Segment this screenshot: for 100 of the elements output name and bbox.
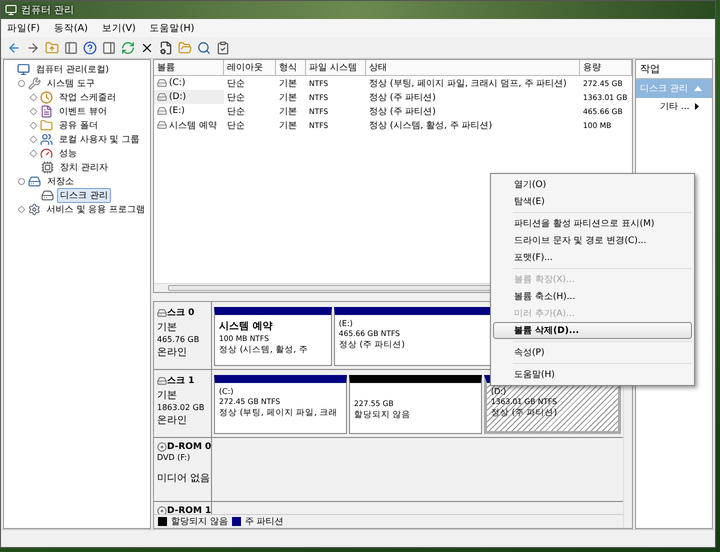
disk-name: 스크 1: [157, 374, 194, 387]
menu-item[interactable]: 파티션을 활성 파티션으로 표시(M): [493, 215, 692, 232]
menu-item[interactable]: 동작(A): [54, 22, 88, 34]
expand-toggle[interactable]: [30, 107, 38, 115]
refresh-icon[interactable]: [121, 40, 135, 54]
collapse-toggle[interactable]: [18, 178, 25, 184]
tree-item[interactable]: 성능: [56, 146, 80, 160]
search-icon[interactable]: [197, 40, 211, 54]
partition-status: 정상 (부팅, 페이지 파일, 크래: [219, 407, 338, 419]
gear-icon: [28, 202, 40, 216]
table-cell-text: 기본: [278, 92, 298, 104]
forward-arrow-icon[interactable]: [26, 40, 40, 54]
tree-item[interactable]: 서비스 및 응용 프로그램: [43, 202, 148, 216]
table-cell: 시스템 예약: [154, 118, 224, 132]
table-cell-text: 단순: [226, 78, 246, 90]
disk-type: 기본: [157, 389, 177, 402]
log-icon: [40, 104, 53, 118]
expand-toggle[interactable]: [30, 121, 38, 129]
column-header[interactable]: 볼륨: [154, 60, 224, 76]
properties-icon[interactable]: [159, 40, 173, 54]
drive-icon: [157, 106, 167, 116]
menu-item[interactable]: 볼륨 축소(H)...: [493, 288, 692, 305]
menu-item[interactable]: 포맷(F)...: [493, 249, 692, 266]
table-cell-text: 정상 (부팅, 페이지 파일, 크래시 덤프, 주 파티션): [368, 78, 568, 90]
partition-title: (E:): [338, 319, 353, 328]
disk-status: 미디어 없음: [157, 472, 210, 485]
device-icon: [41, 160, 54, 174]
tree-item[interactable]: 이벤트 뷰어: [56, 104, 110, 118]
disk-type: DVD (F:): [157, 453, 190, 462]
tree-item[interactable]: 저장소: [44, 174, 77, 188]
window-title: 컴퓨터 관리: [21, 4, 74, 17]
action-link[interactable]: 기타 ...: [636, 98, 712, 115]
menu-item[interactable]: 탐색(E): [493, 193, 692, 210]
disc-icon: [157, 442, 167, 452]
table-cell-text: 단순: [226, 92, 246, 104]
column-header[interactable]: 상태: [366, 60, 580, 76]
menu-item[interactable]: 볼륨 삭제(D)...: [493, 322, 692, 339]
folder-icon: [40, 118, 53, 132]
menu-item[interactable]: 열기(O): [493, 176, 692, 193]
folder-up-icon[interactable]: [45, 40, 59, 54]
partition-title: 시스템 예약: [219, 320, 272, 333]
table-cell-text: 기본: [278, 78, 298, 90]
expand-toggle[interactable]: [30, 149, 38, 157]
clock-icon: [40, 90, 53, 104]
disk-size: 1863.02 GB: [157, 403, 204, 412]
expand-toggle[interactable]: [30, 93, 38, 101]
column-header[interactable]: 형식: [276, 60, 306, 76]
drive-icon: [157, 92, 167, 102]
disk-type: 기본: [157, 321, 177, 334]
computer-icon: [17, 62, 30, 76]
tree-item[interactable]: 컴퓨터 관리(로컬): [33, 62, 112, 76]
menu-item[interactable]: 보기(V): [102, 22, 136, 34]
help-icon[interactable]: [83, 40, 97, 54]
table-cell-text: 정상 (시스템, 활성, 주 파티션): [368, 120, 494, 132]
users-icon: [40, 132, 53, 146]
disk-name: 스크 0: [157, 306, 194, 319]
partition-status: 할당되지 않음: [354, 409, 411, 421]
partition-title: (C:): [219, 387, 234, 396]
disk-name: D-ROM 0: [157, 442, 212, 452]
tools-icon: [28, 76, 41, 90]
table-cell: (C:): [154, 76, 224, 90]
disk-status: 온라인: [157, 346, 187, 359]
tree-item[interactable]: 장치 관리자: [57, 160, 111, 174]
expand-toggle[interactable]: [18, 205, 26, 213]
table-cell: (D:): [154, 90, 224, 104]
menu-item[interactable]: 파일(F): [7, 22, 40, 34]
table-cell-text: 기본: [278, 120, 298, 132]
legend-label: 주 파티션: [244, 516, 284, 528]
partition-status: 정상 (주 파티션): [338, 339, 405, 351]
panel-icon[interactable]: [102, 40, 116, 54]
tree-item[interactable]: 시스템 도구: [44, 76, 98, 90]
expand-toggle[interactable]: [30, 135, 38, 143]
table-cell: (E:): [154, 104, 224, 118]
panel-icon[interactable]: [64, 40, 78, 54]
computer-icon: [5, 4, 17, 16]
submenu-arrow-icon: [695, 103, 700, 110]
gauge-icon: [40, 146, 53, 160]
column-header[interactable]: 레이아웃: [224, 60, 276, 76]
table-cell-text: 단순: [226, 120, 246, 132]
collapse-toggle[interactable]: [18, 80, 25, 86]
folder-icon[interactable]: [178, 40, 192, 54]
checklist-icon[interactable]: [216, 40, 230, 54]
partition-title: (D:): [491, 387, 506, 396]
menu-item[interactable]: 도움말(H): [150, 22, 194, 34]
column-header[interactable]: 용량: [580, 60, 632, 76]
drive-icon: [157, 120, 167, 130]
tree-item[interactable]: 공유 폴더: [56, 118, 101, 132]
partition-status: 정상 (주 파티션): [491, 407, 558, 419]
drive-icon: [157, 78, 167, 88]
storage-icon: [28, 174, 41, 188]
column-header[interactable]: 파일 시스템: [306, 60, 366, 76]
table-cell-text: 단순: [226, 106, 246, 118]
menu-item[interactable]: 드라이브 문자 및 경로 변경(C)...: [493, 232, 692, 249]
collapse-arrow-icon: [694, 86, 702, 91]
tree-item[interactable]: 디스크 관리: [57, 188, 111, 202]
legend-label: 할당되지 않음: [171, 516, 228, 528]
tree-item[interactable]: 작업 스케줄러: [56, 90, 119, 104]
table-cell-text: 정상 (주 파티션): [368, 92, 437, 104]
tree-item[interactable]: 로컬 사용자 및 그룹: [56, 132, 143, 146]
partition-status: 정상 (시스템, 활성, 주: [219, 344, 308, 356]
